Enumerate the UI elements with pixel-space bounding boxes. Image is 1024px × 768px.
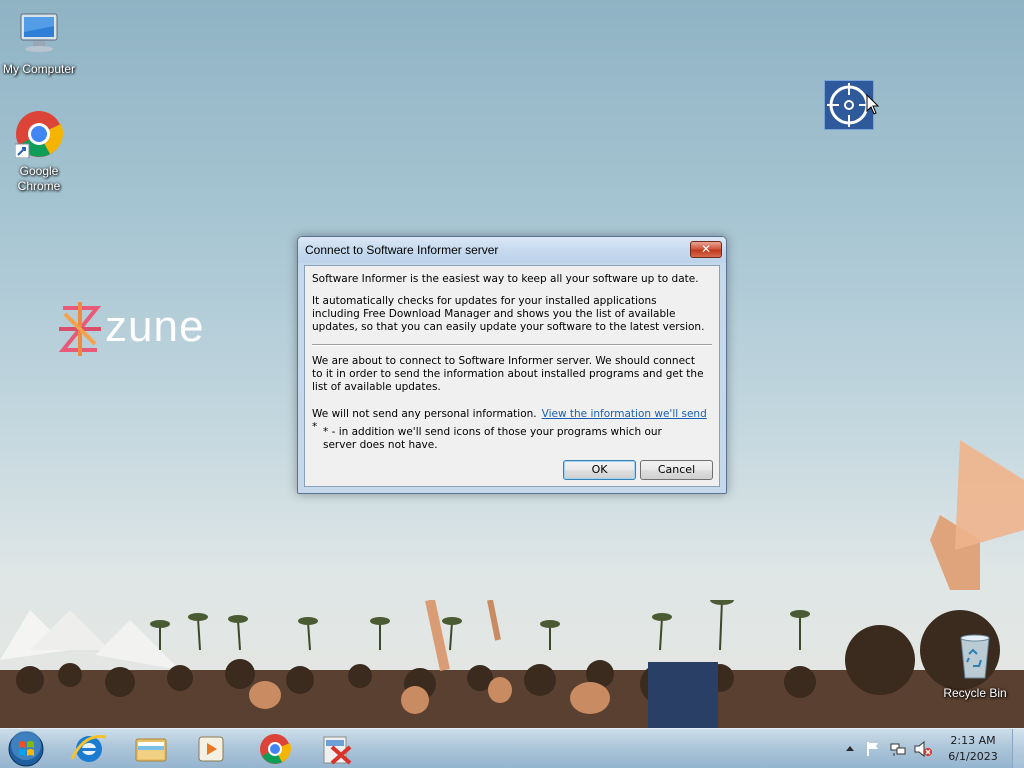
zune-logo-text: zune bbox=[105, 302, 205, 351]
taskbar: 2:13 AM 6/1/2023 bbox=[0, 728, 1024, 768]
recycle-bin-icon bbox=[960, 634, 990, 679]
dialog-title: Connect to Software Informer server bbox=[305, 243, 499, 257]
dialog-body: Software Informer is the easiest way to … bbox=[304, 265, 720, 487]
network-icon[interactable] bbox=[890, 741, 906, 757]
wallpaper-crowd bbox=[0, 600, 1024, 728]
show-desktop-button[interactable] bbox=[1012, 729, 1024, 768]
desktop-icon-label: Google Chrome bbox=[17, 164, 61, 193]
zune-wallpaper-logo: zune bbox=[55, 300, 225, 358]
zune-logo-icon bbox=[58, 302, 102, 356]
ok-button[interactable]: OK bbox=[563, 460, 636, 480]
desktop-icon-label: My Computer bbox=[2, 62, 76, 76]
action-center-flag-icon[interactable] bbox=[866, 741, 880, 757]
chrome-icon bbox=[14, 111, 63, 159]
privacy-text: We will not send any personal informatio… bbox=[312, 408, 537, 420]
clock-time: 2:13 AM bbox=[950, 734, 996, 747]
view-info-link[interactable]: View the information we'll send bbox=[542, 408, 707, 420]
cancel-button[interactable]: Cancel bbox=[640, 460, 713, 480]
mouse-cursor-icon bbox=[866, 94, 880, 115]
volume-muted-icon[interactable] bbox=[914, 741, 932, 757]
software-informer-dialog: Connect to Software Informer server ✕ So… bbox=[297, 236, 727, 494]
system-clock[interactable]: 2:13 AM 6/1/2023 bbox=[940, 733, 1006, 765]
start-button[interactable] bbox=[6, 731, 46, 767]
footnote-text: * - in addition we'll send icons of thos… bbox=[323, 426, 662, 451]
desktop-icon-label: Recycle Bin bbox=[943, 686, 1007, 700]
asterisk-mark: * bbox=[312, 421, 318, 433]
close-button[interactable]: ✕ bbox=[690, 241, 722, 258]
computer-icon bbox=[20, 13, 58, 52]
separator bbox=[312, 344, 712, 346]
description-text: It automatically checks for updates for … bbox=[312, 295, 705, 333]
desktop-icon-google-chrome[interactable]: Google Chrome bbox=[0, 110, 79, 194]
internet-explorer-icon[interactable] bbox=[64, 731, 114, 767]
desktop-icon-recycle-bin[interactable]: Recycle Bin bbox=[935, 632, 1015, 701]
desktop-icon-my-computer[interactable]: My Computer bbox=[0, 8, 79, 77]
connect-notice-text: We are about to connect to Software Info… bbox=[312, 355, 704, 393]
clock-date: 6/1/2023 bbox=[948, 750, 998, 763]
chrome-icon[interactable] bbox=[250, 731, 300, 767]
app-icon[interactable] bbox=[312, 731, 362, 767]
intro-text: Software Informer is the easiest way to … bbox=[312, 273, 699, 285]
wallpaper-hand bbox=[930, 440, 1024, 590]
file-explorer-icon[interactable] bbox=[126, 731, 176, 767]
dialog-titlebar[interactable]: Connect to Software Informer server ✕ bbox=[298, 237, 726, 263]
show-hidden-icons-icon[interactable] bbox=[845, 743, 855, 753]
media-player-icon[interactable] bbox=[186, 731, 236, 767]
